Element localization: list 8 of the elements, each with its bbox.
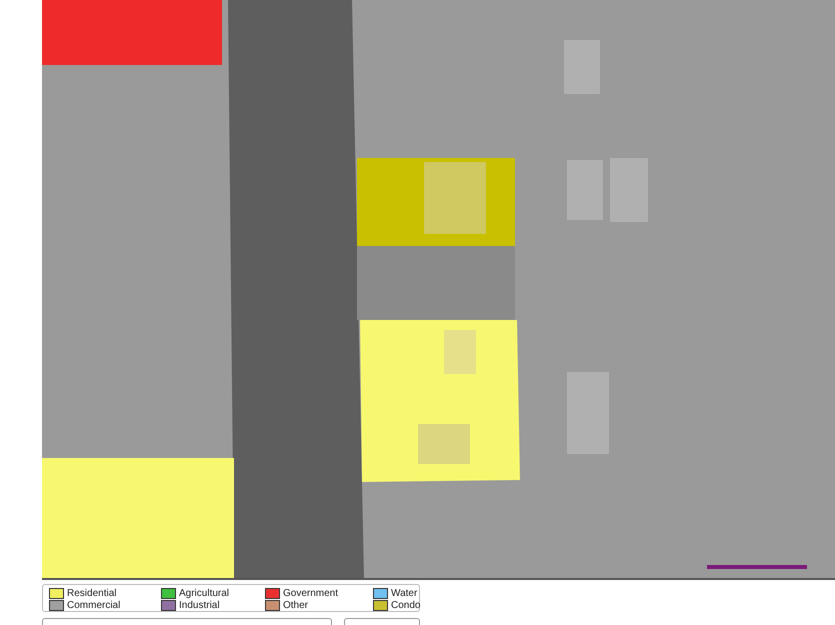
legend-label: Industrial xyxy=(179,600,220,610)
legend-label: Agricultural xyxy=(179,588,230,598)
legend-label: Other xyxy=(283,600,308,610)
legend-label: Condo xyxy=(391,600,420,610)
legend-label: Water xyxy=(391,588,418,598)
legend-label: Commercial xyxy=(67,600,120,610)
legend-label: Residential xyxy=(67,588,116,598)
legend-label: Government xyxy=(283,588,338,598)
